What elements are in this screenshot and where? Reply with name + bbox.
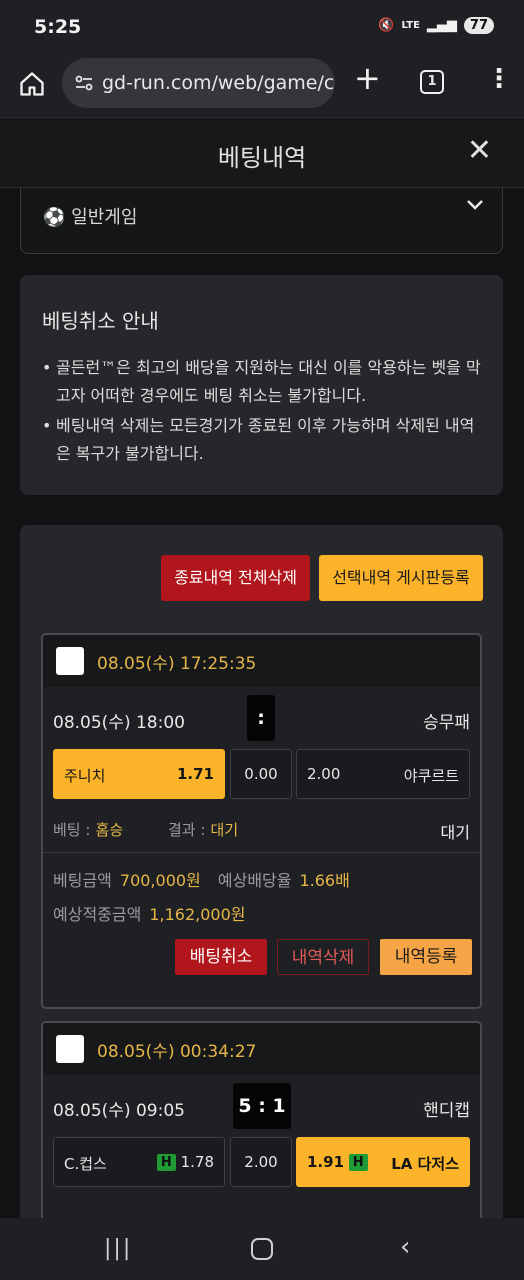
home-icon[interactable] (18, 70, 46, 98)
match-info: 08.05(수) 09:05 5 : 1 핸디캡 (43, 1075, 480, 1137)
expected-win-value: 1,162,000원 (149, 905, 246, 924)
url-text: gd-run.com/web/game/c (102, 72, 335, 94)
status-text: 대기 (440, 823, 470, 842)
away-odds-button[interactable]: 1.91 H LA 다저스 (296, 1137, 470, 1187)
status-icons: 🔇 LTE ▂▄▆ 77 (378, 17, 494, 34)
back-icon[interactable]: ‹ (400, 1232, 410, 1262)
game-type-select[interactable]: ⚽ 일반게임 (20, 188, 503, 254)
modal-content[interactable]: ⚽ 일반게임 베팅취소 안내 골든런™은 최고의 배당을 지원하는 대신 이를 … (0, 188, 524, 1218)
bet-label: 베팅 : (53, 821, 91, 839)
match-time: 08.05(수) 09:05 (53, 1101, 185, 1121)
site-settings-icon[interactable] (74, 73, 94, 93)
notice-list: 골든런™은 최고의 배당을 지원하는 대신 이를 악용하는 벳을 막고자 어떠한… (42, 354, 481, 468)
status-bar: 5:25 🔇 LTE ▂▄▆ 77 (0, 0, 524, 54)
bet-value: 홈승 (95, 821, 124, 839)
bet-amounts: 베팅금액 700,000원 예상배당율 1.66배 예상적중금액 1,162,000원… (43, 853, 480, 985)
away-team: LA 다저스 (391, 1155, 459, 1173)
register-history-button[interactable]: 내역등록 (380, 939, 472, 975)
home-button-icon[interactable] (251, 1238, 273, 1260)
draw-odds: 0.00 (244, 765, 278, 783)
notice-title: 베팅취소 안내 (42, 309, 159, 333)
odds-row: 주니치 1.71 0.00 2.00 야쿠르트 (43, 749, 480, 803)
away-odds-button[interactable]: 2.00 야쿠르트 (296, 749, 470, 799)
result-label: 결과 : (168, 821, 206, 839)
draw-odds-button[interactable]: 0.00 (230, 749, 292, 799)
battery-icon: 77 (463, 17, 494, 34)
away-odds: 1.91 (307, 1153, 345, 1171)
away-team: 야쿠르트 (403, 767, 459, 785)
amount-label: 베팅금액 (53, 871, 112, 890)
bet-card: 08.05(수) 17:25:35 08.05(수) 18:00 : 승무패 주… (41, 633, 482, 1009)
menu-icon[interactable]: ⋮ (486, 66, 512, 92)
match-time: 08.05(수) 18:00 (53, 713, 185, 733)
home-odds-button[interactable]: 주니치 1.71 (53, 749, 225, 799)
bet-time: 08.05(수) 17:25:35 (97, 654, 257, 674)
home-odds: 1.71 (176, 765, 214, 783)
match-score: 5 : 1 (233, 1083, 291, 1129)
select-checkbox[interactable] (56, 1035, 84, 1063)
delete-all-finished-button[interactable]: 종료내역 전체삭제 (161, 555, 310, 601)
expected-odds-value: 1.66배 (299, 871, 350, 890)
bet-card: 08.05(수) 00:34:27 08.05(수) 09:05 5 : 1 핸… (41, 1021, 482, 1218)
network-label: LTE (401, 20, 420, 31)
bet-history-panel: 종료내역 전체삭제 선택내역 게시판등록 08.05(수) 17:25:35 0… (20, 525, 503, 1218)
address-bar[interactable]: gd-run.com/web/game/c (62, 58, 335, 108)
match-info: 08.05(수) 18:00 : 승무패 (43, 687, 480, 749)
odds-row: C.컵스 H 1.78 2.00 1.91 H LA 다저스 (43, 1137, 480, 1191)
modal-header: 베팅내역 ✕ (0, 118, 524, 188)
match-score: : (247, 695, 275, 741)
recent-apps-icon[interactable]: ||| (104, 1236, 132, 1261)
home-odds-button[interactable]: C.컵스 H 1.78 (53, 1137, 225, 1187)
system-nav-bar: ||| ‹ (0, 1218, 524, 1280)
chevron-down-icon (467, 200, 483, 210)
register-selected-button[interactable]: 선택내역 게시판등록 (319, 555, 483, 601)
modal-title: 베팅내역 (217, 144, 307, 172)
mute-icon: 🔇 (378, 18, 395, 33)
game-type-selected: ⚽ 일반게임 (43, 207, 138, 228)
away-odds: 2.00 (307, 765, 341, 783)
tab-switcher-button[interactable]: 1 (420, 70, 444, 94)
handicap-badge: H (348, 1154, 368, 1171)
cancel-notice: 베팅취소 안내 골든런™은 최고의 배당을 지원하는 대신 이를 악용하는 벳을… (20, 275, 503, 495)
new-tab-icon[interactable]: + (354, 62, 381, 94)
bet-time: 08.05(수) 00:34:27 (97, 1042, 257, 1062)
notice-item: 베팅내역 삭제는 모든경기가 종료된 이후 가능하며 삭제된 내역은 복구가 불… (42, 412, 481, 468)
bet-card-header: 08.05(수) 00:34:27 (43, 1023, 480, 1075)
draw-odds-button[interactable]: 2.00 (230, 1137, 292, 1187)
market-type: 핸디캡 (423, 1101, 470, 1121)
result-value: 대기 (210, 821, 239, 839)
home-team: 주니치 (64, 767, 106, 785)
handicap-badge: H (156, 1154, 176, 1171)
amount-value: 700,000원 (119, 871, 201, 890)
select-checkbox[interactable] (56, 647, 84, 675)
expected-odds-label: 예상배당율 (217, 871, 292, 890)
market-type: 승무패 (423, 713, 470, 733)
bet-card-header: 08.05(수) 17:25:35 (43, 635, 480, 687)
bet-result-row: 베팅 : 홈승 결과 : 대기 대기 (43, 803, 480, 853)
handicap-line: 2.00 (244, 1153, 278, 1171)
cancel-bet-button[interactable]: 배팅취소 (175, 939, 267, 975)
status-time: 5:25 (34, 16, 82, 38)
signal-icon: ▂▄▆ (426, 18, 457, 33)
browser-toolbar: gd-run.com/web/game/c + 1 ⋮ (0, 54, 524, 118)
delete-history-button[interactable]: 내역삭제 (277, 939, 369, 975)
home-team: C.컵스 (64, 1155, 107, 1173)
close-icon[interactable]: ✕ (467, 136, 492, 166)
expected-win-label: 예상적중금액 (53, 905, 142, 924)
notice-item: 골든런™은 최고의 배당을 지원하는 대신 이를 악용하는 벳을 막고자 어떠한… (42, 354, 481, 410)
home-odds: 1.78 (180, 1153, 214, 1171)
